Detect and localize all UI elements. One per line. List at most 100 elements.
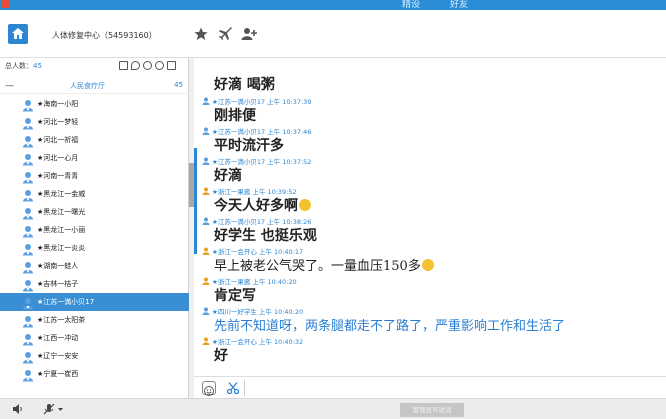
scissors-icon[interactable] — [226, 381, 240, 395]
group-title: 人体修复中心（54593160） — [52, 31, 157, 40]
member-avatar-icon — [22, 367, 34, 382]
bottom-bar: 管理员可说话 — [0, 398, 666, 419]
member-name: ★黑龙江一金威 — [37, 190, 86, 198]
sender-avatar-icon — [202, 217, 210, 225]
member-row[interactable]: ★宁夏一崔西 — [0, 365, 189, 383]
member-avatar-icon — [22, 97, 34, 112]
add-user-icon[interactable] — [241, 26, 257, 42]
message-body: 今天人好多啊 — [214, 198, 298, 214]
admin-only-button[interactable]: 管理员可说话 — [400, 403, 464, 417]
member-name: ★黑龙江一炎炎 — [37, 244, 86, 252]
message-body: 好 — [214, 348, 228, 364]
message-body: 肯定写 — [214, 288, 256, 304]
sender-avatar-icon — [202, 337, 210, 345]
group-header[interactable]: — 人民食疗厅 45 — [0, 78, 189, 94]
member-name: ★河南一青青 — [37, 172, 79, 180]
member-row[interactable]: ★江苏一太阳茶 — [0, 311, 189, 329]
edit-icon[interactable] — [167, 61, 176, 70]
member-avatar-icon — [22, 187, 34, 202]
sender-avatar-icon — [202, 187, 210, 195]
message-body: 好滴 — [214, 168, 242, 184]
member-avatar-icon — [22, 133, 34, 148]
emoji-icon — [421, 259, 434, 271]
member-row[interactable]: ★河南一青青 — [0, 167, 189, 185]
message-body: 好滴 喝粥 — [214, 77, 275, 93]
input-toolbar — [194, 376, 666, 398]
message-text: 好滴 喝粥 — [214, 74, 275, 94]
member-row[interactable]: ★黑龙江一炎炎 — [0, 239, 189, 257]
search-icon[interactable] — [155, 61, 164, 70]
close-icon[interactable] — [2, 0, 10, 8]
smiley-icon[interactable] — [202, 381, 216, 396]
message-text: 今天人好多啊 — [214, 195, 311, 215]
message-body: 好学生 也挺乐观 — [214, 228, 317, 244]
member-name: ★黑龙江一曙光 — [37, 208, 86, 216]
sender-avatar-icon — [202, 307, 210, 315]
member-name: ★宁夏一崔西 — [37, 370, 79, 378]
member-avatar-icon — [22, 295, 34, 310]
member-avatar-icon — [22, 331, 34, 346]
member-avatar-icon — [22, 205, 34, 220]
message-body: 早上被老公气哭了。一量血压150多 — [214, 259, 421, 274]
member-avatar-icon — [22, 313, 34, 328]
member-avatar-icon — [22, 223, 34, 238]
mic-mute-icon[interactable] — [42, 403, 64, 415]
member-count: 45 — [33, 62, 42, 70]
member-row[interactable]: ★黑龙江一小丽 — [0, 221, 189, 239]
member-avatar-icon — [22, 151, 34, 166]
group-count: 45 — [174, 81, 183, 89]
toolbar-divider — [244, 380, 245, 396]
member-avatar-icon — [22, 349, 34, 364]
member-name: ★江西一冲动 — [37, 334, 79, 342]
message-body: 刚排便 — [214, 108, 256, 124]
member-row[interactable]: ★河北一梦轻 — [0, 113, 189, 131]
member-count-bar: 总人数：45 — [0, 58, 189, 74]
member-name: ★海南一小阳 — [37, 100, 79, 108]
location-icon[interactable] — [131, 61, 140, 70]
member-name: ★河北一梦轻 — [37, 118, 79, 126]
member-row[interactable]: ★湖南一蛙人 — [0, 257, 189, 275]
member-name: ★江苏一満小贝17 — [37, 298, 95, 306]
chat-header: 人体修复中心（54593160） — [0, 10, 666, 58]
speaker-icon[interactable] — [12, 403, 24, 415]
user-icon[interactable] — [143, 61, 152, 70]
plane-icon[interactable] — [218, 26, 234, 42]
card-icon[interactable] — [119, 61, 128, 70]
message-text: 平时流汗多 — [214, 135, 284, 155]
star-icon[interactable] — [193, 26, 209, 42]
sender-avatar-icon — [202, 97, 210, 105]
member-row[interactable]: ★河北一心月 — [0, 149, 189, 167]
sender-avatar-icon — [202, 127, 210, 135]
member-avatar-icon — [22, 259, 34, 274]
emoji-icon — [299, 199, 311, 211]
member-row[interactable]: ★黑龙江一曙光 — [0, 203, 189, 221]
member-row[interactable]: ★河北一祈福 — [0, 131, 189, 149]
sender-avatar-icon — [202, 157, 210, 165]
message-text: 刚排便 — [214, 105, 256, 125]
home-icon[interactable] — [8, 24, 28, 44]
message-text: 早上被老公气哭了。一量血压150多 — [214, 255, 434, 274]
sender-avatar-icon — [202, 277, 210, 285]
member-row[interactable]: ★黑龙江一金威 — [0, 185, 189, 203]
member-avatar-icon — [22, 241, 34, 256]
member-name: ★湖南一蛙人 — [37, 262, 79, 270]
member-row[interactable]: ★海南一小阳 — [0, 95, 189, 113]
message-text: 好滴 — [214, 165, 242, 185]
member-row[interactable]: ★辽宁一安安 — [0, 347, 189, 365]
collapse-icon[interactable]: — — [5, 81, 14, 91]
member-row[interactable]: ★吉林一桔子 — [0, 275, 189, 293]
member-avatar-icon — [22, 169, 34, 184]
member-name: ★吉林一桔子 — [37, 280, 79, 288]
member-row[interactable]: ★江苏一満小贝17 — [0, 293, 189, 311]
tab-settings[interactable]: 精设 — [402, 0, 420, 10]
group-name: 人民食疗厅 — [70, 82, 105, 90]
member-avatar-icon — [22, 277, 34, 292]
message-text: 肯定写 — [214, 285, 256, 305]
member-row[interactable]: ★江西一冲动 — [0, 329, 189, 347]
title-strip: 精设 好友 — [0, 0, 666, 10]
member-count-label: 总人数：45 — [5, 62, 42, 70]
chat-window: 精设 好友 人体修复中心（54593160） 总人数：45 — 人民食疗厅 45… — [0, 0, 666, 419]
tab-friends[interactable]: 好友 — [450, 0, 468, 10]
message-body: 先前不知道呀，两条腿都走不了路了，严重影响工作和生活了 — [214, 319, 566, 334]
member-panel: 总人数：45 — 人民食疗厅 45 ★海南一小阳 ★河北一梦轻 ★河北一祈福 ★河北一… — [0, 58, 189, 398]
